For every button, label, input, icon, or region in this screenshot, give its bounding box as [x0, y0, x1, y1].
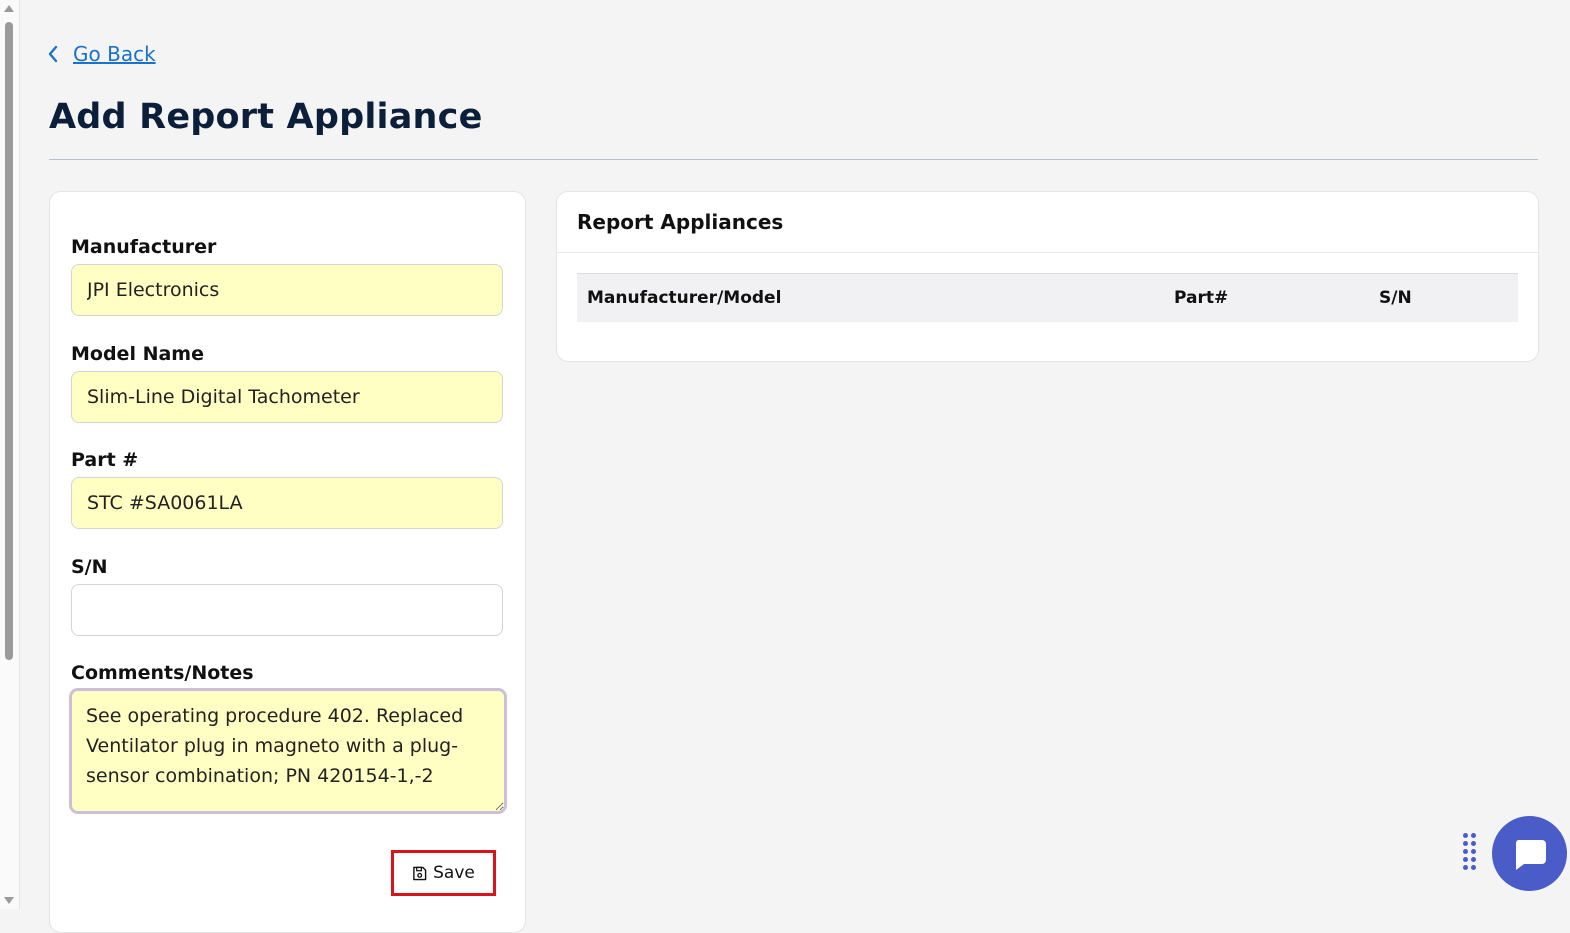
manufacturer-input[interactable] — [71, 264, 503, 316]
part-number-input[interactable] — [71, 477, 503, 529]
serial-number-input[interactable] — [71, 584, 503, 636]
card-divider — [557, 252, 1538, 253]
floppy-disk-icon — [413, 866, 427, 880]
drag-handle-icon[interactable] — [1463, 833, 1479, 875]
comments-textarea[interactable]: See operating procedure 402. Replaced Ve… — [69, 688, 507, 814]
model-name-label: Model Name — [71, 343, 204, 365]
model-name-input[interactable] — [71, 371, 503, 423]
comments-label: Comments/Notes — [71, 662, 254, 684]
title-divider — [49, 159, 1538, 160]
scrollbar-thumb[interactable] — [5, 22, 13, 660]
appliance-form-card: Manufacturer Model Name Part # S/N Comme… — [49, 191, 526, 933]
part-number-label: Part # — [71, 449, 139, 471]
column-header-serial-number: S/N — [1379, 288, 1412, 308]
column-header-part-number: Part# — [1174, 288, 1229, 308]
save-label: Save — [433, 863, 475, 883]
manufacturer-label: Manufacturer — [71, 236, 217, 258]
page-scrollbar[interactable] — [0, 0, 20, 909]
column-header-manufacturer-model: Manufacturer/Model — [587, 288, 782, 308]
report-appliances-title: Report Appliances — [577, 210, 784, 234]
page-title: Add Report Appliance — [49, 97, 483, 137]
save-button[interactable]: Save — [391, 850, 496, 896]
chat-bubble-icon — [1515, 840, 1546, 870]
go-back-label[interactable]: Go Back — [73, 42, 156, 66]
chevron-left-icon[interactable] — [47, 45, 59, 63]
scroll-down-arrow-icon[interactable] — [4, 897, 14, 904]
table-header-row: Manufacturer/Model Part# S/N — [577, 273, 1518, 322]
go-back-link[interactable]: Go Back — [47, 42, 156, 66]
chat-widget-button[interactable] — [1492, 816, 1567, 891]
scroll-up-arrow-icon[interactable] — [4, 5, 14, 12]
report-appliances-card: Report Appliances Manufacturer/Model Par… — [556, 191, 1539, 362]
serial-number-label: S/N — [71, 556, 108, 578]
